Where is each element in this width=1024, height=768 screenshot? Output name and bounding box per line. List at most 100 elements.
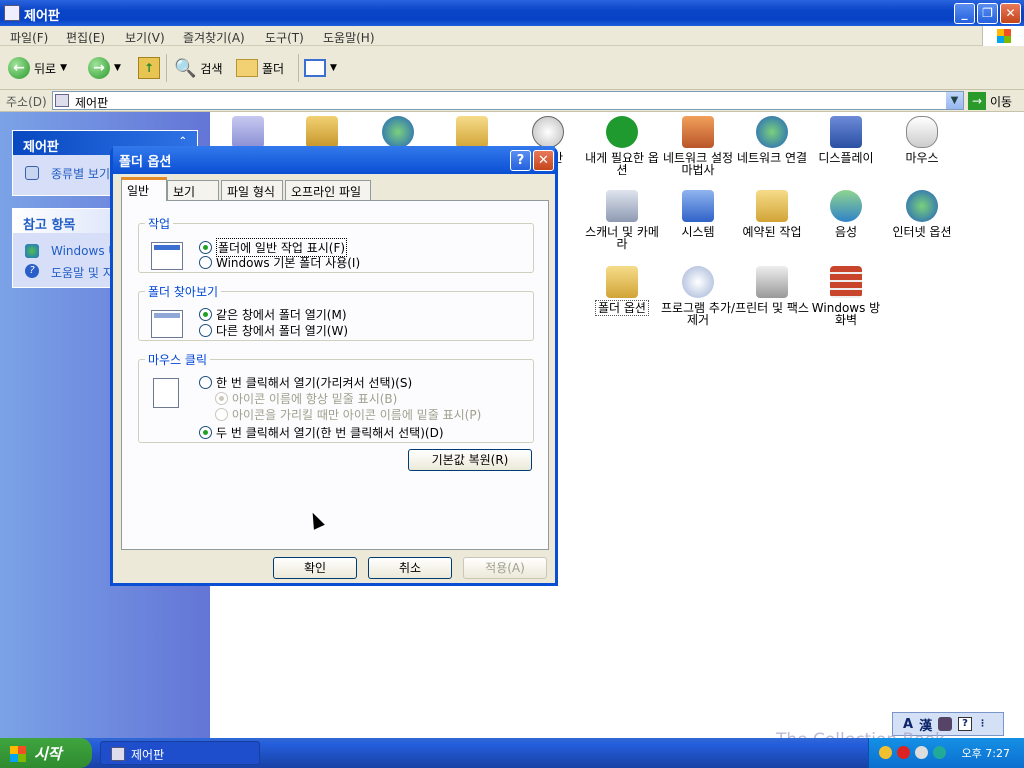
folders-button[interactable]: 폴더 bbox=[236, 56, 284, 80]
volume-icon[interactable] bbox=[915, 746, 928, 759]
control-panel-item[interactable]: 네트워크 연결 bbox=[734, 116, 810, 164]
control-panel-item[interactable]: 마우스 bbox=[884, 116, 960, 164]
taskbar-item-control-panel[interactable]: 제어판 bbox=[100, 741, 260, 765]
single-click-option[interactable]: 한 번 클릭해서 열기(가리켜서 선택)(S) bbox=[199, 374, 412, 391]
maximize-button[interactable]: ❐ bbox=[977, 3, 998, 24]
folders-label: 폴더 bbox=[262, 61, 285, 76]
langbar-options-icon[interactable]: ⋮ bbox=[978, 719, 987, 729]
radio-unchecked[interactable] bbox=[199, 376, 212, 389]
cancel-button[interactable]: 취소 bbox=[368, 557, 452, 579]
tasks-group: 작업 폴더에 일반 작업 표시(F) Windows 기본 폴더 사용(I) bbox=[138, 215, 534, 273]
firewall-icon bbox=[830, 266, 862, 298]
control-panel-item[interactable]: 폴더 옵션 bbox=[584, 266, 660, 316]
add-remove-programs-icon bbox=[682, 266, 714, 298]
network-tray-icon[interactable] bbox=[933, 746, 946, 759]
control-panel-item[interactable]: 음성 bbox=[808, 190, 884, 238]
mouse-icon bbox=[906, 116, 938, 148]
menu-tools[interactable]: 도구(T) bbox=[265, 29, 304, 46]
click-items-group: 마우스 클릭 한 번 클릭해서 열기(가리켜서 선택)(S) 아이콘 이름에 항… bbox=[138, 351, 534, 443]
admin-tools-icon bbox=[306, 116, 338, 148]
windows-update-icon bbox=[25, 244, 39, 258]
tab-offline-files[interactable]: 오프라인 파일 bbox=[285, 180, 371, 200]
search-label: 검색 bbox=[200, 61, 223, 76]
accessibility-icon bbox=[606, 116, 638, 148]
forward-button[interactable]: → ▼ bbox=[88, 56, 121, 80]
switch-view-icon bbox=[25, 166, 39, 180]
control-panel-item[interactable]: 예약된 작업 bbox=[734, 190, 810, 238]
menu-view[interactable]: 보기(V) bbox=[125, 29, 165, 46]
views-icon bbox=[304, 59, 326, 77]
radio-checked[interactable] bbox=[199, 241, 212, 254]
radio-unchecked[interactable] bbox=[199, 256, 212, 269]
ime-tool-icon[interactable] bbox=[938, 717, 953, 731]
security-alert-icon[interactable] bbox=[897, 746, 910, 759]
help-button[interactable]: ? bbox=[510, 150, 531, 171]
ok-button[interactable]: 확인 bbox=[273, 557, 357, 579]
control-panel-item[interactable]: 프로그램 추가/제거 bbox=[660, 266, 736, 326]
back-button[interactable]: ← 뒤로 ▼ bbox=[8, 56, 67, 80]
control-panel-item[interactable]: Windows 방화벽 bbox=[808, 266, 884, 326]
control-panel-item[interactable]: 디스플레이 bbox=[808, 116, 884, 164]
tray-icon[interactable] bbox=[879, 746, 892, 759]
system-tray: 오후 7:27 bbox=[868, 738, 1024, 768]
close-button[interactable]: ✕ bbox=[1000, 3, 1021, 24]
task-pane-icon bbox=[151, 242, 183, 270]
back-label: 뒤로 bbox=[34, 61, 57, 76]
folder-options-dialog: 폴더 옵션 ? ✕ 일반 보기 파일 형식 오프라인 파일 작업 폴더에 일반 … bbox=[110, 146, 558, 586]
views-button[interactable]: ▼ bbox=[304, 56, 337, 80]
forward-dropdown-icon[interactable]: ▼ bbox=[114, 63, 121, 73]
tab-panel: 작업 폴더에 일반 작업 표시(F) Windows 기본 폴더 사용(I) 폴… bbox=[121, 200, 549, 550]
control-panel-icon bbox=[55, 94, 69, 107]
address-label: 주소(D) bbox=[6, 95, 47, 109]
address-input[interactable]: 제어판 ▼ bbox=[52, 91, 964, 110]
control-panel-item[interactable]: 스캐너 및 카메라 bbox=[584, 190, 660, 250]
menu-edit[interactable]: 편집(E) bbox=[66, 29, 105, 46]
minimize-button[interactable]: _ bbox=[954, 3, 975, 24]
control-panel-item[interactable]: 인터넷 옵션 bbox=[884, 190, 960, 238]
control-panel-item[interactable]: 프린터 및 팩스 bbox=[734, 266, 810, 314]
dialog-body: 일반 보기 파일 형식 오프라인 파일 작업 폴더에 일반 작업 표시(F) W… bbox=[113, 174, 555, 583]
same-window-option[interactable]: 같은 창에서 폴더 열기(M) bbox=[199, 306, 347, 323]
dialog-titlebar[interactable]: 폴더 옵션 ? ✕ bbox=[113, 146, 555, 174]
go-button[interactable]: → 이동 bbox=[968, 92, 1012, 110]
menu-favorites[interactable]: 즐겨찾기(A) bbox=[183, 29, 245, 46]
windows-logo bbox=[982, 26, 1024, 46]
control-panel-icon bbox=[4, 5, 20, 21]
window-title: 제어판 bbox=[24, 9, 60, 24]
toolbar: ← 뒤로 ▼ → ▼ ↑ 🔍 검색 폴더 ▼ bbox=[0, 46, 1024, 90]
window-titlebar[interactable]: 제어판 _ ❐ ✕ bbox=[0, 0, 1024, 26]
help-icon: ? bbox=[25, 264, 39, 278]
go-label: 이동 bbox=[990, 94, 1013, 109]
restore-defaults-button[interactable]: 기본값 복원(R) bbox=[408, 449, 532, 471]
classic-folders-option[interactable]: Windows 기본 폴더 사용(I) bbox=[199, 254, 360, 271]
radio-checked[interactable] bbox=[199, 308, 212, 321]
browse-window-icon bbox=[151, 310, 183, 338]
radio-checked[interactable] bbox=[199, 426, 212, 439]
radio-unchecked[interactable] bbox=[199, 324, 212, 337]
double-click-option[interactable]: 두 번 클릭해서 열기(한 번 클릭해서 선택)(D) bbox=[199, 424, 444, 441]
globe-icon bbox=[382, 116, 414, 148]
address-value: 제어판 bbox=[75, 96, 109, 110]
back-dropdown-icon[interactable]: ▼ bbox=[60, 63, 67, 73]
separate-window-option[interactable]: 다른 창에서 폴더 열기(W) bbox=[199, 322, 348, 339]
radio-disabled bbox=[215, 408, 228, 421]
control-panel-item[interactable]: 시스템 bbox=[660, 190, 736, 238]
ime-help-icon[interactable]: ? bbox=[958, 717, 973, 731]
menu-file[interactable]: 파일(F) bbox=[10, 29, 48, 46]
click-legend: 마우스 클릭 bbox=[148, 353, 208, 367]
up-folder-icon: ↑ bbox=[138, 57, 160, 79]
search-button[interactable]: 🔍 검색 bbox=[174, 56, 223, 80]
dialog-close-button[interactable]: ✕ bbox=[533, 150, 554, 171]
menu-help[interactable]: 도움말(H) bbox=[323, 29, 375, 46]
tab-view[interactable]: 보기 bbox=[167, 180, 219, 200]
tab-file-types[interactable]: 파일 형식 bbox=[221, 180, 283, 200]
address-dropdown-icon[interactable]: ▼ bbox=[946, 92, 963, 109]
up-folder-button[interactable]: ↑ bbox=[138, 56, 160, 80]
click-pointer-icon bbox=[153, 378, 179, 408]
start-button[interactable]: 시작 bbox=[0, 738, 92, 768]
printer-icon bbox=[756, 266, 788, 298]
control-panel-item[interactable]: 내게 필요한 옵션 bbox=[584, 116, 660, 176]
tab-general[interactable]: 일반 bbox=[121, 177, 167, 201]
tasks-legend: 작업 bbox=[148, 217, 171, 231]
control-panel-item[interactable]: 네트워크 설정 마법사 bbox=[660, 116, 736, 176]
